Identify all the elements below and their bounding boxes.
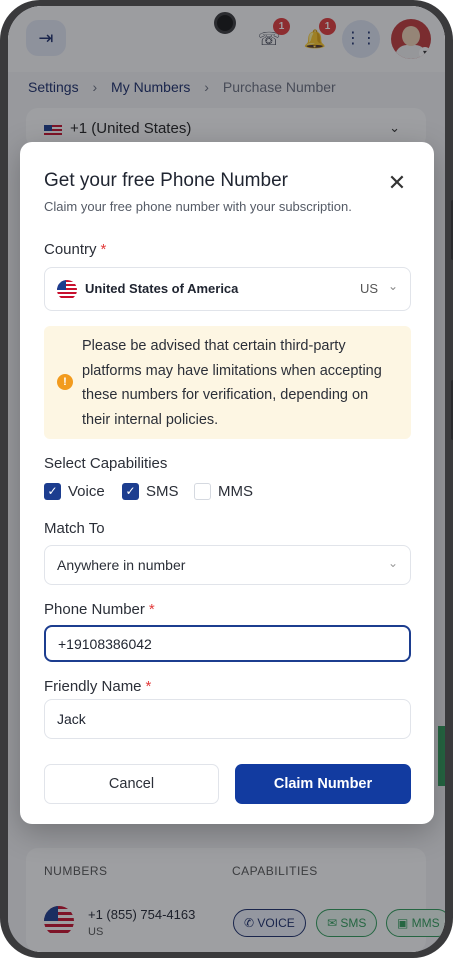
close-icon[interactable]: ✕ — [382, 168, 412, 198]
us-flag-icon — [57, 280, 77, 300]
match-to-select[interactable]: Anywhere in number ⌄ — [44, 545, 411, 585]
phone-frame: ⇥ ☏ 1 🔔 1 ⋮⋮ ▾ Settings › My Numbers › P… — [0, 0, 453, 958]
checkbox-icon: ✓ — [122, 483, 139, 500]
notice-text: Please be advised that certain third-par… — [82, 338, 382, 428]
friendly-name-field[interactable] — [44, 699, 411, 739]
country-code: US — [359, 281, 378, 296]
cancel-button[interactable]: Cancel — [44, 764, 219, 804]
modal-subtitle: Claim your free phone number with your s… — [44, 199, 352, 214]
modal-title: Get your free Phone Number — [44, 170, 288, 191]
country-select[interactable]: United States of America US ⌄ — [44, 267, 411, 311]
voice-checkbox-label: Voice — [68, 483, 105, 500]
warning-icon: ! — [57, 374, 73, 390]
checkbox-icon: ✓ — [44, 483, 61, 500]
claim-number-modal: Get your free Phone Number Claim your fr… — [20, 142, 434, 824]
friendly-name-label: Friendly Name * — [44, 678, 152, 695]
sms-checkbox-label: SMS — [146, 483, 179, 500]
mms-checkbox-label: MMS — [218, 483, 253, 500]
country-label: Country * — [44, 241, 107, 258]
checkbox-icon — [194, 483, 211, 500]
chevron-down-icon: ⌄ — [387, 556, 398, 570]
capabilities-label: Select Capabilities — [44, 455, 168, 472]
match-to-label: Match To — [44, 520, 105, 537]
phone-number-input[interactable] — [46, 627, 409, 660]
phone-number-field[interactable] — [44, 625, 411, 662]
chevron-down-icon: ⌄ — [387, 279, 398, 293]
phone-number-label: Phone Number * — [44, 601, 155, 618]
country-value: United States of America — [85, 281, 239, 296]
claim-number-button[interactable]: Claim Number — [235, 764, 411, 804]
friendly-name-input[interactable] — [45, 700, 410, 738]
notice-box: ! Please be advised that certain third-p… — [44, 326, 411, 439]
screen: ⇥ ☏ 1 🔔 1 ⋮⋮ ▾ Settings › My Numbers › P… — [8, 6, 445, 952]
match-to-value: Anywhere in number — [57, 557, 186, 573]
